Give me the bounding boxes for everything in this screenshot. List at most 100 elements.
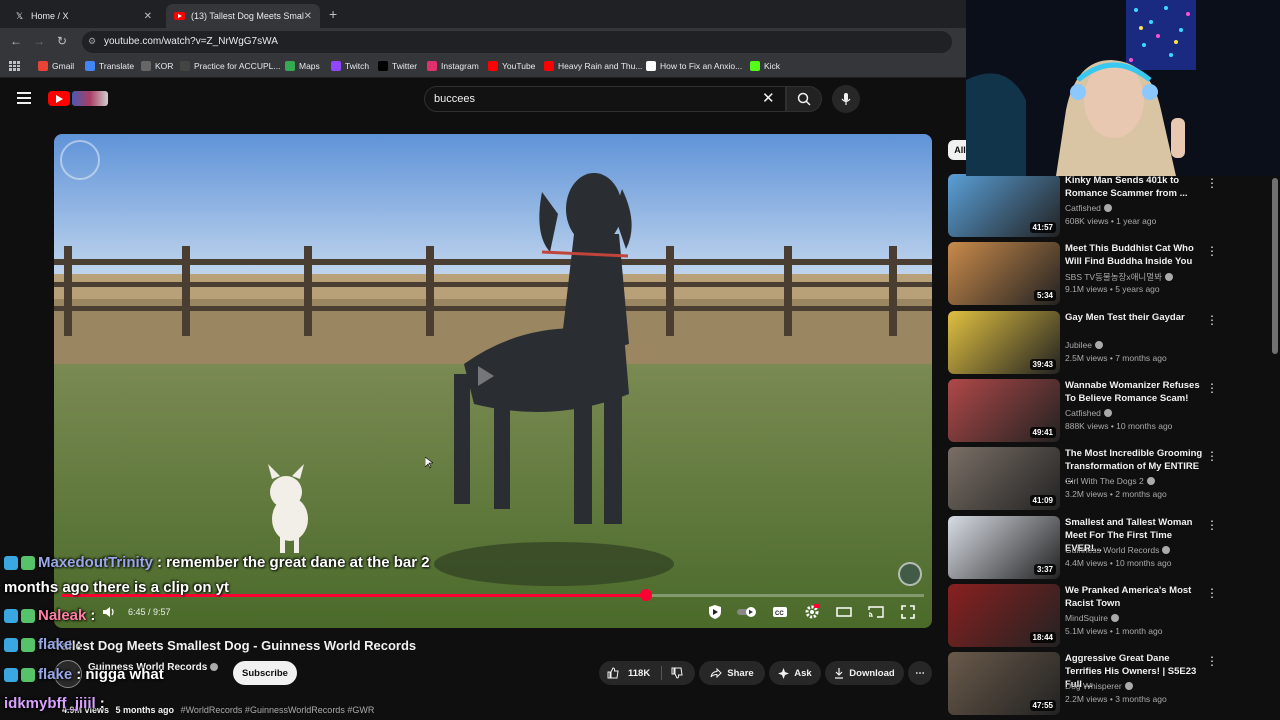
share-button[interactable]: Share — [699, 661, 765, 685]
bookmark-item[interactable]: YouTube — [488, 61, 535, 71]
recommended-title[interactable]: We Pranked America's Most Racist Town — [1065, 584, 1203, 610]
recommended-video[interactable]: 41:57 Kinky Man Sends 401k to Romance Sca… — [948, 174, 1266, 238]
bookmark-item[interactable]: Practice for ACCUPL... — [180, 61, 280, 71]
webcam-overlay — [966, 0, 1280, 176]
video-thumbnail[interactable]: 47:55 — [948, 652, 1060, 716]
chat-badge-icon — [21, 637, 35, 652]
bookmark-label: YouTube — [502, 61, 536, 71]
more-vertical-icon[interactable]: ⋮ — [1206, 518, 1218, 532]
search-input[interactable] — [424, 86, 786, 112]
autoplay-toggle[interactable] — [736, 604, 758, 620]
more-vertical-icon[interactable]: ⋮ — [1206, 654, 1218, 668]
recommended-video[interactable]: 5:34 Meet This Buddhist Cat Who Will Find… — [948, 242, 1266, 306]
share-label: Share — [727, 667, 754, 679]
more-vertical-icon[interactable]: ⋮ — [1206, 244, 1218, 258]
sponsorblock-icon[interactable] — [706, 604, 724, 620]
more-vertical-icon[interactable]: ⋮ — [1206, 381, 1218, 395]
theater-mode-icon[interactable] — [835, 604, 853, 620]
recommended-title[interactable]: Meet This Buddhist Cat Who Will Find Bud… — [1065, 242, 1203, 268]
apps-grid-icon[interactable] — [9, 61, 20, 71]
bookmark-item[interactable]: Twitter — [378, 61, 417, 71]
tab-x-home[interactable]: 𝕏 Home / X ✕ — [6, 4, 160, 28]
hashtags[interactable]: #WorldRecords #GuinnessWorldRecords #GWR — [181, 705, 375, 715]
bookmark-item[interactable]: Heavy Rain and Thu... — [544, 61, 642, 71]
recommended-video[interactable]: 49:41 Wannabe Womanizer Refuses To Believ… — [948, 378, 1266, 443]
bookmark-item[interactable]: Instagram — [427, 61, 479, 71]
sidebar-scrollbar[interactable] — [1272, 178, 1278, 354]
bookmark-item[interactable]: KOR — [141, 61, 173, 71]
bookmark-item[interactable]: How to Fix an Anxio... — [646, 61, 742, 71]
recommended-channel[interactable]: Jubilee — [1065, 340, 1103, 350]
youtube-doodle-logo[interactable] — [72, 91, 108, 106]
video-thumbnail[interactable]: 18:44 — [948, 583, 1060, 647]
more-vertical-icon[interactable]: ⋮ — [1206, 313, 1218, 327]
video-thumbnail[interactable]: 5:34 — [948, 242, 1060, 306]
volume-icon[interactable] — [100, 604, 118, 620]
back-icon[interactable]: ← — [10, 34, 22, 48]
fullscreen-icon[interactable] — [899, 604, 917, 620]
recommended-channel[interactable]: SBS TV동물농장x애니멀봐 — [1065, 271, 1173, 283]
bookmark-item[interactable]: Twitch — [331, 61, 369, 71]
recommended-channel[interactable]: Dog Whisperer — [1065, 681, 1133, 691]
thumbs-down-icon[interactable] — [671, 667, 683, 679]
guinness-corner-logo-icon[interactable] — [898, 562, 922, 586]
recommended-video[interactable]: 41:09 The Most Incredible Grooming Transf… — [948, 447, 1266, 511]
bookmark-item[interactable]: Translate — [85, 61, 134, 71]
bookmark-item[interactable]: Kick — [750, 61, 780, 71]
recommended-video[interactable]: 39:43 Gay Men Test their Gaydar Jubilee 2.5… — [948, 310, 1266, 375]
voice-search-button[interactable] — [832, 85, 860, 113]
bookmark-item[interactable]: Gmail — [38, 61, 74, 71]
more-vertical-icon[interactable]: ⋮ — [1206, 449, 1218, 463]
recommended-video[interactable]: 3:37 Smallest and Tallest Woman Meet For … — [948, 515, 1266, 580]
search-input-value[interactable]: buccees — [434, 93, 475, 105]
recommended-channel[interactable]: MindSquire — [1065, 613, 1119, 623]
youtube-logo[interactable] — [48, 91, 70, 106]
video-thumbnail[interactable]: 41:09 — [948, 447, 1060, 511]
recommended-channel[interactable]: Girl With The Dogs 2 — [1065, 476, 1155, 486]
tab-youtube-video[interactable]: (13) Tallest Dog Meets Smallest ✕ — [166, 4, 320, 28]
more-vertical-icon[interactable]: ⋮ — [1206, 176, 1218, 190]
recommended-channel[interactable]: Catfished — [1065, 408, 1112, 418]
bookmark-label: KOR — [155, 61, 174, 71]
recommended-video[interactable]: 47:55 Aggressive Great Dane Terrifies His… — [948, 652, 1266, 716]
more-horizontal-icon: ⋯ — [915, 667, 925, 679]
tab-title: (13) Tallest Dog Meets Smallest — [191, 11, 304, 21]
download-button[interactable]: Download — [825, 661, 904, 685]
new-tab-button[interactable]: + — [329, 6, 337, 22]
recommended-title[interactable]: Gay Men Test their Gaydar — [1065, 311, 1203, 324]
recommended-meta: 2.2M views • 3 months ago — [1065, 694, 1167, 705]
recommended-video[interactable]: 18:44 We Pranked America's Most Racist To… — [948, 583, 1266, 648]
url-text[interactable]: youtube.com/watch?v=Z_NrWgG7sWA — [104, 36, 278, 47]
video-thumbnail[interactable]: 39:43 — [948, 310, 1060, 374]
subscribe-button[interactable]: Subscribe — [233, 661, 297, 685]
recommended-channel[interactable]: Guinness World Records — [1065, 545, 1171, 555]
bookmark-item[interactable]: Maps — [285, 61, 320, 71]
close-icon[interactable]: ✕ — [304, 11, 312, 22]
reload-icon[interactable]: ↻ — [57, 34, 67, 48]
recommended-title[interactable]: Kinky Man Sends 401k to Romance Scammer … — [1065, 174, 1203, 200]
recommended-channel[interactable]: Catfished — [1065, 203, 1112, 213]
captions-icon[interactable]: CC — [771, 604, 789, 620]
video-thumbnail[interactable]: 3:37 — [948, 515, 1060, 579]
progress-scrubber[interactable] — [640, 589, 652, 601]
settings-gear-icon[interactable] — [803, 604, 821, 620]
close-icon[interactable]: ✕ — [144, 11, 152, 22]
clear-search-icon[interactable]: ✕ — [762, 89, 775, 107]
video-thumbnail[interactable]: 41:57 — [948, 174, 1060, 237]
search-button[interactable] — [786, 86, 822, 112]
forward-icon[interactable]: → — [33, 34, 45, 48]
description-summary[interactable]: 4.9M views 5 months ago #WorldRecords #G… — [62, 705, 374, 715]
bookmark-label: Gmail — [52, 61, 75, 71]
video-thumbnail[interactable]: 49:41 — [948, 378, 1060, 442]
thumbs-up-icon[interactable] — [607, 667, 619, 679]
menu-hamburger-icon[interactable] — [17, 92, 31, 107]
bookmark-label: Maps — [299, 61, 320, 71]
site-info-icon[interactable]: ⚙ — [88, 36, 96, 47]
recommended-title[interactable]: Wannabe Womanizer Refuses To Believe Rom… — [1065, 379, 1203, 405]
more-actions-button[interactable]: ⋯ — [908, 661, 932, 685]
more-vertical-icon[interactable]: ⋮ — [1206, 586, 1218, 600]
cast-icon[interactable] — [867, 604, 885, 620]
like-count[interactable]: 118K — [628, 668, 650, 679]
ask-button[interactable]: Ask — [769, 661, 821, 685]
recommended-meta: 608K views • 1 year ago — [1065, 216, 1157, 226]
